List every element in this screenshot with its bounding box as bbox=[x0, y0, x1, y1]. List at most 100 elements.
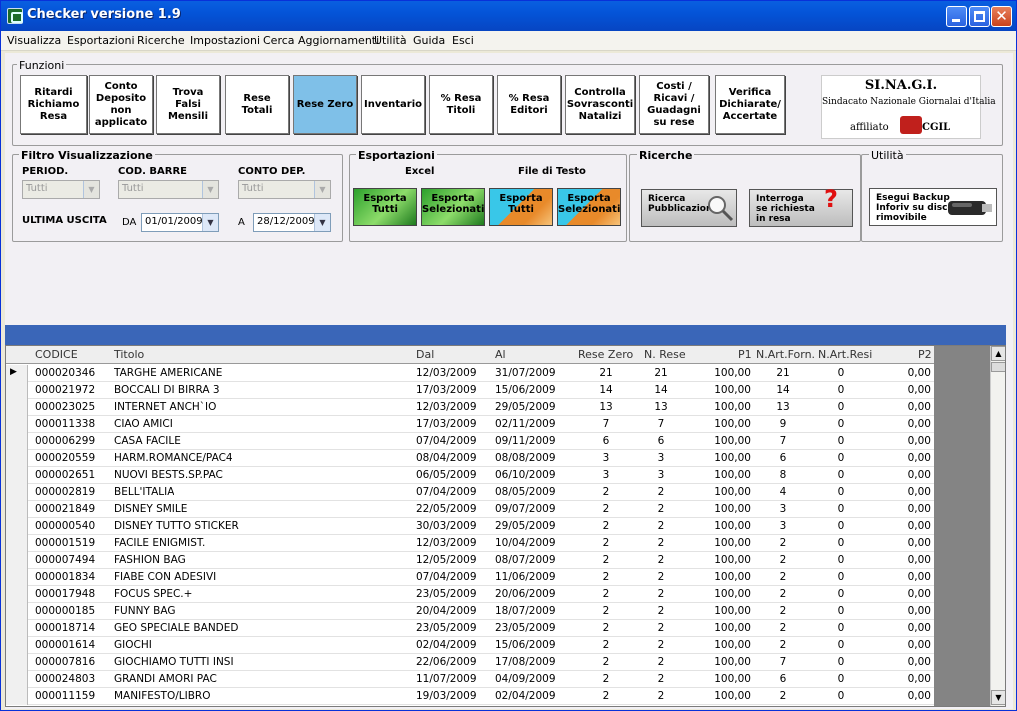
table-row[interactable]: 000021849 DISNEY SMILE 22/05/2009 09/07/200… bbox=[6, 501, 934, 518]
vertical-scrollbar[interactable]: ▲ ▼ bbox=[990, 346, 1005, 706]
table-row[interactable]: 000020559 HARM.ROMANCE/PAC4 08/04/2009 08/0… bbox=[6, 450, 934, 467]
col-n-art-forn[interactable]: N.Art.Forn. bbox=[756, 348, 815, 361]
table-row[interactable]: 000006299 CASA FACILE 07/04/2009 09/11/2009… bbox=[6, 433, 934, 450]
table-row[interactable]: 000001834 FIABE CON ADESIVI 07/04/2009 11/0… bbox=[6, 569, 934, 586]
menu-ricerche[interactable]: Ricerche bbox=[137, 34, 185, 47]
app-icon[interactable] bbox=[7, 8, 23, 24]
table-cell: 22/05/2009 bbox=[416, 503, 477, 515]
controlla-sovrasconti-button[interactable]: Controlla Sovrasconti Natalizi bbox=[565, 75, 635, 134]
table-row[interactable]: 000002651 NUOVI BESTS.SP.PAC 06/05/2009 06/… bbox=[6, 467, 934, 484]
table-row[interactable]: 000023025 INTERNET ANCH`IO 12/03/2009 29/05… bbox=[6, 399, 934, 416]
col-al[interactable]: Al bbox=[495, 348, 506, 361]
table-cell: 2 bbox=[657, 605, 665, 617]
col-titolo[interactable]: Titolo bbox=[114, 348, 144, 361]
excel-esporta-tutti-button[interactable]: Esporta Tutti bbox=[353, 188, 417, 226]
table-cell: 0 bbox=[837, 622, 845, 634]
table-row[interactable]: ▶ 000020346 TARGHE AMERICANE 12/03/2009 31/0… bbox=[6, 365, 934, 382]
row-selector[interactable] bbox=[6, 382, 28, 399]
da-value: 01/01/2009 bbox=[145, 216, 203, 227]
table-row[interactable]: 000001614 GIOCHI 02/04/2009 15/06/2009 2 2 100… bbox=[6, 637, 934, 654]
row-selector[interactable] bbox=[6, 654, 28, 671]
excel-esporta-selezionati-button[interactable]: Esporta Selezionati bbox=[421, 188, 485, 226]
table-row[interactable]: 000000185 FUNNY BAG 20/04/2009 18/07/2009 2 2… bbox=[6, 603, 934, 620]
menu-esci[interactable]: Esci bbox=[452, 34, 474, 47]
scroll-up-icon[interactable]: ▲ bbox=[991, 346, 1005, 361]
table-row[interactable]: 000011338 CIAO AMICI 17/03/2009 02/11/2009 7… bbox=[6, 416, 934, 433]
menu-esportazioni[interactable]: Esportazioni bbox=[67, 34, 135, 47]
row-selector[interactable] bbox=[6, 637, 28, 654]
period-select[interactable]: Tutti ▼ bbox=[22, 180, 100, 199]
row-selector[interactable] bbox=[6, 688, 28, 705]
col-p2[interactable]: P2 bbox=[918, 348, 932, 361]
scroll-thumb[interactable] bbox=[991, 362, 1005, 372]
table-row[interactable]: 000002819 BELL'ITALIA 07/04/2009 08/05/2009… bbox=[6, 484, 934, 501]
table-cell: 19/03/2009 bbox=[416, 690, 477, 702]
menu-visualizza[interactable]: Visualizza bbox=[7, 34, 61, 47]
row-selector[interactable] bbox=[6, 450, 28, 467]
close-button[interactable]: ✕ bbox=[991, 6, 1012, 27]
col-n-art-resi[interactable]: N.Art.Resi bbox=[818, 348, 872, 361]
inventario-button[interactable]: Inventario bbox=[361, 75, 425, 134]
row-selector[interactable] bbox=[6, 467, 28, 484]
backup-button[interactable]: Esegui Backup Inforiv su disco rimovibile bbox=[869, 188, 997, 226]
table-row[interactable]: 000021972 BOCCALI DI BIRRA 3 17/03/2009 15/… bbox=[6, 382, 934, 399]
verifica-dichiarate-button[interactable]: Verifica Dichiarate/ Accertate bbox=[715, 75, 785, 134]
col-n-rese[interactable]: N. Rese bbox=[644, 348, 686, 361]
row-selector[interactable] bbox=[6, 433, 28, 450]
minimize-button[interactable] bbox=[946, 6, 967, 27]
row-selector[interactable] bbox=[6, 569, 28, 586]
col-codice[interactable]: CODICE bbox=[35, 348, 78, 361]
table-row[interactable]: 000001519 FACILE ENIGMIST. 12/03/2009 10/04… bbox=[6, 535, 934, 552]
row-selector[interactable] bbox=[6, 671, 28, 688]
col-rese-zero[interactable]: Rese Zero bbox=[578, 348, 633, 361]
table-row[interactable]: 000007494 FASHION BAG 12/05/2009 08/07/2009… bbox=[6, 552, 934, 569]
row-selector[interactable]: ▶ bbox=[6, 365, 28, 382]
row-selector[interactable] bbox=[6, 603, 28, 620]
table-row[interactable]: 000018714 GEO SPECIALE BANDED 23/05/2009 23… bbox=[6, 620, 934, 637]
results-grid[interactable]: CODICE Titolo Dal Al Rese Zero N. Rese P… bbox=[5, 345, 1006, 707]
interroga-button[interactable]: Interroga se richiesta in resa ? bbox=[749, 187, 853, 227]
rese-zero-button[interactable]: Rese Zero bbox=[293, 75, 357, 134]
resa-editori-button[interactable]: % Resa Editori bbox=[497, 75, 561, 134]
rese-totali-button[interactable]: Rese Totali bbox=[225, 75, 289, 134]
row-selector[interactable] bbox=[6, 416, 28, 433]
menu-utilita[interactable]: Utilità bbox=[374, 34, 407, 47]
col-p1[interactable]: P1 bbox=[738, 348, 752, 361]
row-selector[interactable] bbox=[6, 518, 28, 535]
conto-select[interactable]: Tutti ▼ bbox=[238, 180, 331, 199]
testo-esporta-tutti-button[interactable]: Esporta Tutti bbox=[489, 188, 553, 226]
row-selector[interactable] bbox=[6, 484, 28, 501]
table-row[interactable]: 000007816 GIOCHIAMO TUTTI INSI 22/06/2009 1… bbox=[6, 654, 934, 671]
table-row[interactable]: 000011159 MANIFESTO/LIBRO 19/03/2009 02/04/… bbox=[6, 688, 934, 705]
ricerca-pubblicazione-button[interactable]: Ricerca Pubblicazione bbox=[641, 189, 737, 227]
row-selector[interactable] bbox=[6, 552, 28, 569]
menu-guida[interactable]: Guida bbox=[413, 34, 445, 47]
costi-ricavi-button[interactable]: Costi / Ricavi / Guadagni su rese bbox=[639, 75, 709, 134]
row-selector[interactable] bbox=[6, 535, 28, 552]
table-cell: 2 bbox=[602, 656, 610, 668]
row-selector[interactable] bbox=[6, 620, 28, 637]
da-date-picker[interactable]: 01/01/2009 ▼ bbox=[141, 213, 219, 232]
table-row[interactable]: 000000540 DISNEY TUTTO STICKER 30/03/2009 2… bbox=[6, 518, 934, 535]
resa-titoli-button[interactable]: % Resa Titoli bbox=[429, 75, 493, 134]
title-bar[interactable]: Checker versione 1.9 ✕ bbox=[1, 1, 1016, 31]
scroll-down-icon[interactable]: ▼ bbox=[991, 690, 1005, 705]
testo-esporta-selezionati-button[interactable]: Esporta Selezionati bbox=[557, 188, 621, 226]
table-cell: 0 bbox=[837, 673, 845, 685]
table-row[interactable]: 000017948 FOCUS SPEC.+ 23/05/2009 20/06/200… bbox=[6, 586, 934, 603]
a-date-picker[interactable]: 28/12/2009 ▼ bbox=[253, 213, 331, 232]
menu-cerca-aggiornamenti[interactable]: Cerca Aggiornamenti bbox=[263, 34, 379, 47]
row-selector[interactable] bbox=[6, 586, 28, 603]
trova-falsi-button[interactable]: Trova Falsi Mensili bbox=[156, 75, 220, 134]
table-cell: 11/07/2009 bbox=[416, 673, 477, 685]
maximize-button[interactable] bbox=[969, 6, 990, 27]
col-dal[interactable]: Dal bbox=[416, 348, 434, 361]
ritardi-button[interactable]: Ritardi Richiamo Resa bbox=[20, 75, 87, 134]
barre-select[interactable]: Tutti ▼ bbox=[118, 180, 219, 199]
conto-deposito-button[interactable]: Conto Deposito non applicato bbox=[89, 75, 153, 134]
row-selector[interactable] bbox=[6, 501, 28, 518]
table-row[interactable]: 000024803 GRANDI AMORI PAC 11/07/2009 04/09… bbox=[6, 671, 934, 688]
row-selector[interactable] bbox=[6, 399, 28, 416]
menu-impostazioni[interactable]: Impostazioni bbox=[190, 34, 260, 47]
table-cell: INTERNET ANCH`IO bbox=[114, 401, 217, 413]
